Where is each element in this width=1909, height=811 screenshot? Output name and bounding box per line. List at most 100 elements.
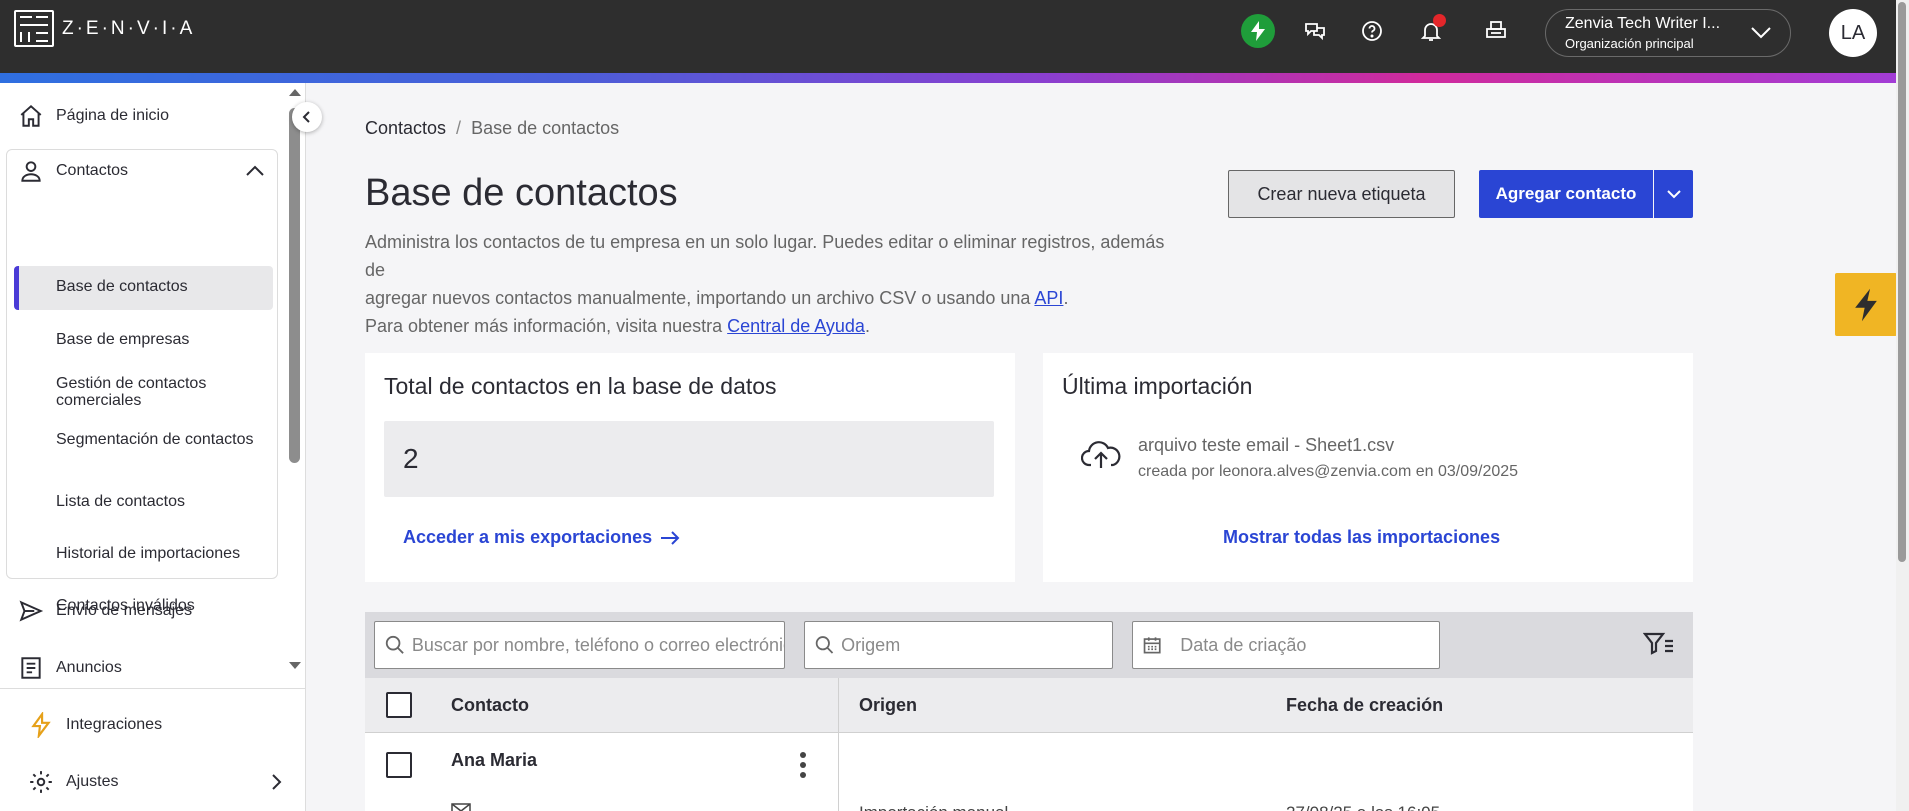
search-field — [374, 621, 785, 669]
breadcrumb: Contactos / Base de contactos — [365, 118, 619, 139]
cloud-upload-icon — [1081, 441, 1121, 468]
date-input[interactable] — [1180, 634, 1439, 656]
breadcrumb-root[interactable]: Contactos — [365, 118, 446, 138]
calendar-icon — [1143, 637, 1161, 654]
sidebar-item-commercial-contacts[interactable]: Gestión de contactos comerciales — [56, 375, 256, 409]
sidebar-item-segmentation[interactable]: Segmentación de contactos — [56, 431, 256, 448]
scroll-down-icon[interactable] — [288, 661, 302, 671]
description-text: agregar nuevos contactos manualmente, im… — [365, 288, 1035, 308]
description-text: Para obtener más información, visita nue… — [365, 316, 728, 336]
row-checkbox[interactable] — [386, 752, 412, 778]
chat-icon[interactable] — [1298, 14, 1332, 48]
description-line: agregar nuevos contactos manualmente, im… — [365, 284, 1165, 312]
search-input[interactable] — [411, 634, 784, 656]
sidebar-item-contacts[interactable]: Contactos — [18, 158, 276, 184]
chevron-down-icon — [1666, 190, 1681, 199]
chevron-down-icon — [1751, 27, 1771, 39]
sidebar-item-label: Anuncios — [56, 659, 122, 676]
origin-filter-field — [804, 621, 1113, 669]
chevron-up-icon — [246, 165, 264, 176]
page-title: Base de contactos — [365, 172, 678, 214]
sidebar-divider — [0, 688, 305, 689]
sidebar-item-label: Ajustes — [66, 773, 119, 790]
sidebar-item-settings[interactable]: Ajustes — [28, 769, 286, 795]
sidebar-item-contact-list[interactable]: Lista de contactos — [56, 493, 185, 510]
add-contact-button[interactable]: Agregar contacto — [1479, 170, 1653, 218]
sidebar-scrollbar[interactable] — [289, 108, 300, 463]
contacts-menu-group: Contactos Base de contactos Base de empr… — [6, 149, 278, 614]
sidebar-item-contact-base[interactable]: Base de contactos — [56, 278, 188, 295]
table-row[interactable]: Ana Maria Importación manual 27/08/25 a … — [365, 733, 1693, 811]
filter-bar — [365, 612, 1693, 678]
quick-action-button[interactable] — [1835, 273, 1897, 336]
last-import-card: Última importación arquivo teste email -… — [1043, 353, 1693, 582]
help-icon[interactable] — [1355, 14, 1389, 48]
api-link[interactable]: API — [1034, 288, 1063, 308]
printer-icon[interactable] — [1479, 14, 1513, 48]
help-center-link[interactable]: Central de Ayuda — [727, 316, 865, 336]
breadcrumb-current: Base de contactos — [471, 118, 620, 138]
sidebar-item-label: Página de inicio — [56, 107, 169, 124]
total-contacts-card: Total de contactos en la base de datos 2… — [365, 353, 1015, 582]
column-header-contact[interactable]: Contacto — [451, 695, 529, 716]
contact-origin: Importación manual — [859, 803, 1008, 811]
card-title: Total de contactos en la base de datos — [384, 373, 777, 399]
filter-icon[interactable] — [1643, 631, 1675, 655]
home-icon — [20, 104, 42, 127]
add-contact-dropdown-button[interactable] — [1654, 170, 1693, 218]
sidebar-item-integrations[interactable]: Integraciones — [28, 712, 162, 738]
import-created-by: creada por leonora.alves@zenvia.com en 0… — [1138, 463, 1519, 480]
organization-selector[interactable]: Zenvia Tech Writer I... Organización pri… — [1545, 9, 1791, 57]
total-contacts-value: 2 — [384, 421, 994, 497]
sidebar-item-label: Integraciones — [66, 716, 163, 733]
column-header-created[interactable]: Fecha de creación — [1286, 695, 1443, 716]
table-header: Contacto Origen Fecha de creación — [365, 678, 1693, 811]
gear-icon — [30, 771, 52, 793]
date-filter-field — [1132, 621, 1440, 669]
more-options-icon[interactable] — [799, 751, 807, 779]
sidebar-item-label: Envío de mensajes — [56, 602, 193, 619]
send-icon — [19, 600, 44, 622]
brand-name: Z·E·N·V·I·A — [62, 18, 196, 39]
top-bar: Z·E·N·V·I·A Zenvia Tech Writer I... Orga… — [0, 0, 1909, 73]
page-scrollbar[interactable] — [1898, 2, 1906, 562]
sidebar-item-import-history[interactable]: Historial de importaciones — [56, 545, 240, 562]
notifications-button[interactable] — [1414, 14, 1448, 48]
select-all-checkbox[interactable] — [386, 692, 412, 718]
arrow-right-icon — [661, 530, 680, 545]
sidebar-item-company-base[interactable]: Base de empresas — [56, 331, 189, 348]
column-divider — [838, 733, 839, 811]
sidebar-item-ads[interactable]: Anuncios — [18, 655, 122, 681]
sidebar-item-label: Contactos — [56, 162, 129, 179]
scroll-up-icon[interactable] — [288, 87, 302, 97]
lightning-icon — [1855, 288, 1877, 321]
contact-name[interactable]: Ana Maria — [451, 750, 537, 771]
search-icon — [815, 636, 834, 654]
import-file-name: arquivo teste email - Sheet1.csv — [1138, 435, 1395, 455]
column-header-origin[interactable]: Origen — [859, 695, 917, 716]
user-avatar[interactable]: LA — [1829, 9, 1877, 57]
lightning-icon — [31, 712, 51, 738]
show-all-imports-link[interactable]: Mostrar todas las importaciones — [1223, 527, 1500, 548]
brand-gradient-bar — [0, 73, 1896, 83]
description-text: . — [864, 316, 870, 336]
sidebar-item-messages[interactable]: Envío de mensajes — [18, 598, 192, 624]
description-text: . — [1063, 288, 1069, 308]
breadcrumb-separator: / — [456, 118, 462, 138]
exports-link-label: Acceder a mis exportaciones — [403, 527, 653, 547]
card-title: Última importación — [1062, 373, 1253, 399]
description-line: Administra los contactos de tu empresa e… — [365, 232, 1165, 280]
search-icon — [385, 635, 404, 654]
create-label-button[interactable]: Crear nueva etiqueta — [1228, 170, 1455, 218]
description-line: Para obtener más información, visita nue… — [365, 312, 1165, 340]
chevron-right-icon — [272, 774, 282, 790]
page-description: Administra los contactos de tu empresa e… — [365, 228, 1165, 340]
collapse-sidebar-button[interactable] — [292, 102, 322, 132]
automation-button[interactable] — [1241, 14, 1275, 48]
sidebar-item-home[interactable]: Página de inicio — [18, 103, 169, 129]
chevron-left-icon — [302, 111, 310, 123]
user-icon — [21, 161, 41, 182]
origin-input[interactable] — [841, 634, 1112, 656]
zenvia-logo-icon[interactable] — [14, 10, 54, 47]
exports-link[interactable]: Acceder a mis exportaciones — [403, 527, 680, 548]
